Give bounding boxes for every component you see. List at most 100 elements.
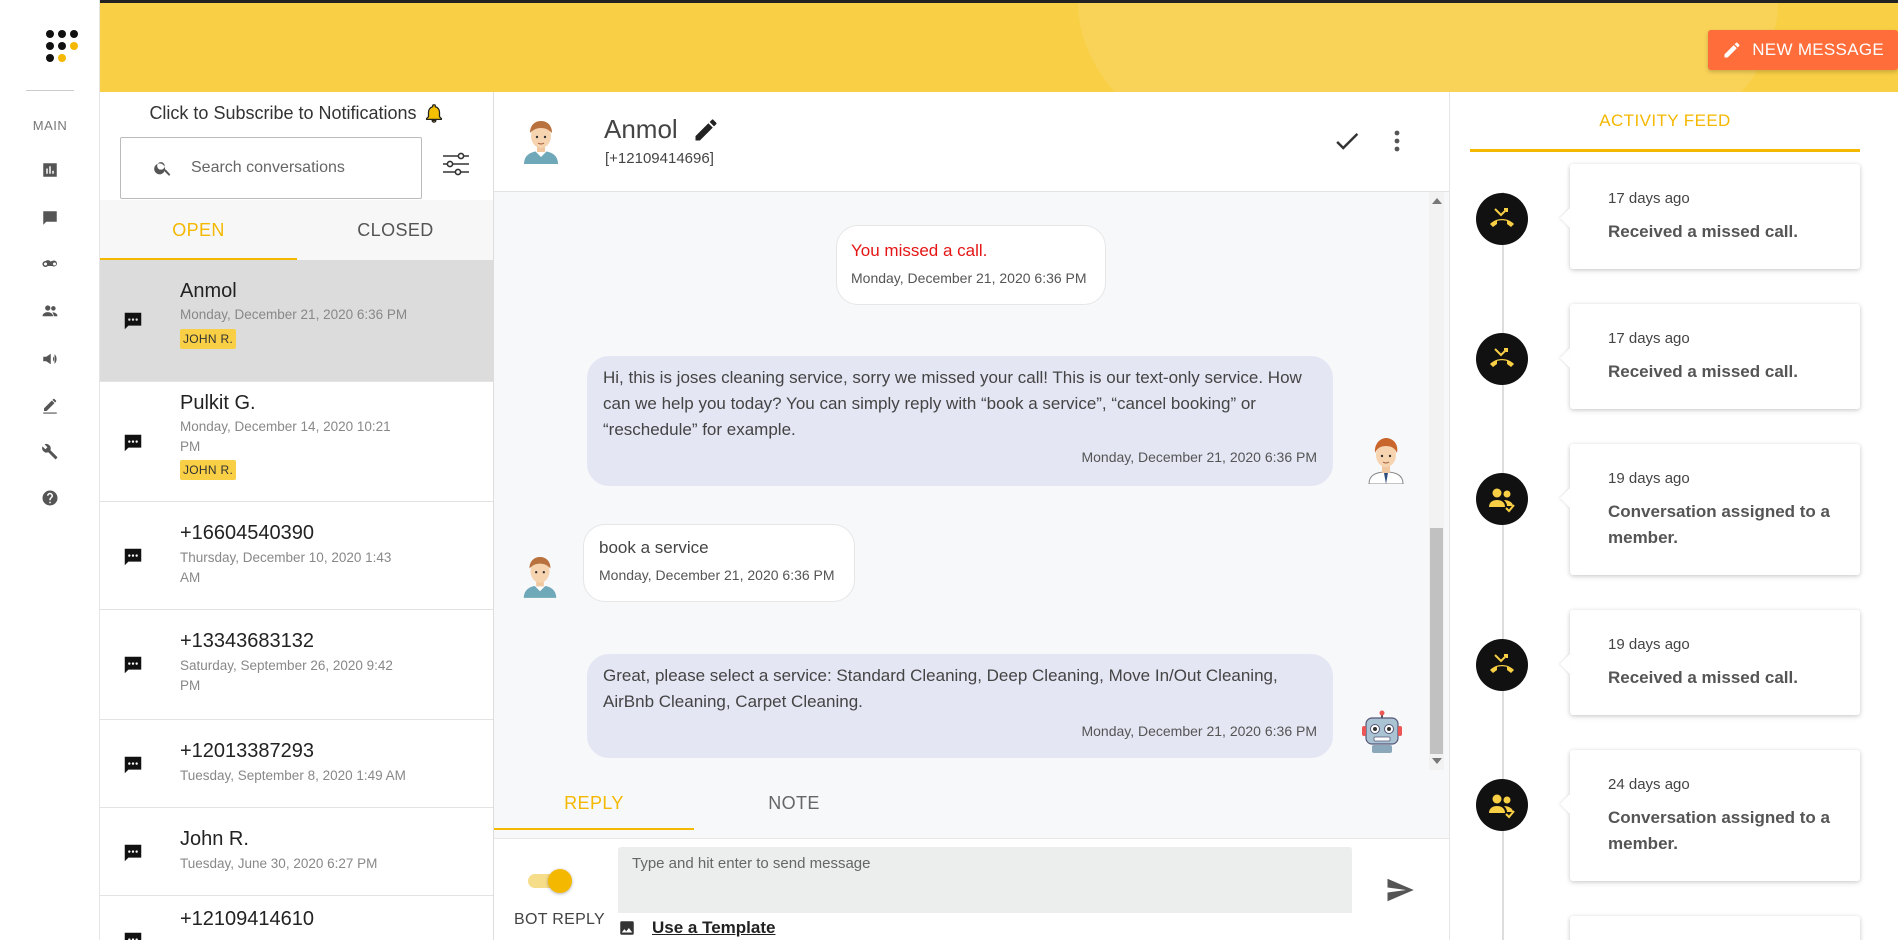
- contact-avatar: [520, 118, 562, 164]
- message-bubble-outgoing: Great, please select a service: Standard…: [587, 654, 1333, 758]
- activity-event-partial: [1570, 916, 1860, 940]
- message-icon: [122, 930, 144, 940]
- message-icon: [122, 432, 144, 454]
- activity-event: 24 days ago Conversation assigned to a m…: [1570, 750, 1860, 881]
- scrollbar-thumb[interactable]: [1430, 528, 1443, 754]
- event-text: Received a missed call.: [1608, 359, 1840, 385]
- more-options-icon[interactable]: [1392, 126, 1402, 156]
- conversation-item[interactable]: John R. Tuesday, June 30, 2020 6:27 PM: [100, 808, 494, 896]
- voicemail-icon[interactable]: [38, 252, 62, 276]
- subscribe-notifications[interactable]: Click to Subscribe to Notifications: [100, 102, 494, 124]
- tab-note[interactable]: NOTE: [694, 776, 894, 830]
- nav-rail: MAIN: [0, 0, 100, 940]
- conversation-status-tabs: OPEN CLOSED: [100, 200, 494, 260]
- new-message-label: NEW MESSAGE: [1752, 40, 1884, 60]
- nav-heading: MAIN: [0, 118, 100, 133]
- tab-closed[interactable]: CLOSED: [297, 200, 494, 260]
- send-icon[interactable]: [1385, 875, 1415, 905]
- conversation-item[interactable]: +12109414610: [100, 896, 494, 940]
- conversation-date: Tuesday, September 8, 2020 1:49 AM: [180, 766, 410, 786]
- missed-call-icon: [1476, 333, 1528, 385]
- event-time: 17 days ago: [1608, 190, 1840, 207]
- bar-chart-icon[interactable]: [38, 158, 62, 182]
- conversation-name: Pulkit G.: [180, 392, 256, 415]
- search-box: [120, 137, 422, 199]
- rail-divider: [26, 90, 74, 91]
- filter-settings-icon[interactable]: [440, 148, 472, 180]
- event-time: 19 days ago: [1608, 636, 1840, 653]
- message-bubble-incoming: book a service Monday, December 21, 2020…: [583, 524, 855, 602]
- bot-reply-toggle[interactable]: [528, 869, 572, 891]
- conversation-item[interactable]: Anmol Monday, December 21, 2020 6:36 PM …: [100, 260, 494, 382]
- top-bar: NEW MESSAGE: [100, 0, 1898, 92]
- reply-mode-tabs: REPLY NOTE: [494, 776, 1449, 830]
- bell-icon: [423, 102, 445, 124]
- event-text: Received a missed call.: [1608, 665, 1840, 691]
- message-icon: [122, 546, 144, 568]
- message-time: Monday, December 21, 2020 6:36 PM: [603, 449, 1317, 465]
- message-bubble-outgoing: Hi, this is joses cleaning service, sorr…: [587, 356, 1333, 486]
- app-logo[interactable]: [46, 30, 80, 64]
- missed-call-icon: [1476, 639, 1528, 691]
- conversation-date: Monday, December 21, 2020 6:36 PM: [180, 305, 410, 325]
- message-time: Monday, December 21, 2020 6:36 PM: [851, 270, 1091, 286]
- close-conversation-check-icon[interactable]: [1332, 126, 1362, 156]
- event-text: Received a missed call.: [1608, 219, 1840, 245]
- conversation-name: +12109414610: [180, 908, 314, 931]
- contact-name: Anmol: [604, 114, 720, 145]
- edit-name-icon[interactable]: [692, 116, 720, 144]
- conversation-item[interactable]: +16604540390 Thursday, December 10, 2020…: [100, 502, 494, 610]
- event-text: Conversation assigned to a member.: [1608, 805, 1840, 857]
- activity-event: 17 days ago Received a missed call.: [1570, 164, 1860, 269]
- contact-avatar-small: [520, 552, 560, 600]
- conversation-date: Monday, December 14, 2020 10:21 PM: [180, 417, 410, 457]
- conversation-name: +13343683132: [180, 630, 314, 653]
- message-bubble: You missed a call. Monday, December 21, …: [836, 225, 1106, 305]
- new-message-button[interactable]: NEW MESSAGE: [1708, 30, 1898, 70]
- bot-avatar: [1360, 710, 1404, 754]
- agent-avatar: [1366, 436, 1406, 484]
- chat-panel: Anmol [+12109414696] You missed a call. …: [494, 92, 1449, 940]
- wrench-icon[interactable]: [38, 440, 62, 464]
- message-input[interactable]: [618, 847, 1352, 913]
- megaphone-icon[interactable]: [38, 347, 62, 371]
- help-icon[interactable]: [38, 486, 62, 510]
- chat-icon[interactable]: [38, 206, 62, 230]
- conversation-list-panel: Click to Subscribe to Notifications OPEN…: [100, 92, 494, 940]
- message-time: Monday, December 21, 2020 6:36 PM: [599, 567, 839, 583]
- assign-member-icon: [1476, 473, 1528, 525]
- conversation-date: Thursday, December 10, 2020 1:43 AM: [180, 548, 410, 588]
- message-text: You missed a call.: [851, 238, 1091, 264]
- search-input[interactable]: [191, 159, 391, 177]
- conversation-item[interactable]: +13343683132 Saturday, September 26, 202…: [100, 610, 494, 720]
- messages-scrollbar[interactable]: [1429, 192, 1444, 770]
- message-text: Hi, this is joses cleaning service, sorr…: [603, 365, 1317, 443]
- message-icon: [122, 842, 144, 864]
- activity-feed-panel: ACTIVITY FEED 17 days ago Received a mis…: [1449, 92, 1898, 940]
- pencil-icon: [1722, 40, 1742, 60]
- conversation-item[interactable]: +12013387293 Tuesday, September 8, 2020 …: [100, 720, 494, 808]
- conversation-name: +12013387293: [180, 740, 314, 763]
- tab-reply[interactable]: REPLY: [494, 776, 694, 830]
- chat-header: Anmol [+12109414696]: [494, 92, 1449, 192]
- activity-event: 19 days ago Conversation assigned to a m…: [1570, 444, 1860, 575]
- tab-open[interactable]: OPEN: [100, 200, 297, 260]
- conversation-date: Saturday, September 26, 2020 9:42 PM: [180, 656, 410, 696]
- subscribe-text: Click to Subscribe to Notifications: [149, 103, 416, 124]
- contact-phone: [+12109414696]: [605, 150, 714, 167]
- activity-feed-title: ACTIVITY FEED: [1470, 92, 1860, 152]
- search-icon: [153, 158, 173, 178]
- message-icon: [122, 310, 144, 332]
- message-text: Great, please select a service: Standard…: [603, 663, 1317, 715]
- use-template-link[interactable]: Use a Template: [652, 918, 775, 938]
- conversation-item[interactable]: Pulkit G. Monday, December 14, 2020 10:2…: [100, 382, 494, 502]
- people-icon[interactable]: [38, 299, 62, 323]
- message-icon: [122, 754, 144, 776]
- assign-member-icon: [1476, 779, 1528, 831]
- message-time: Monday, December 21, 2020 6:36 PM: [603, 723, 1317, 739]
- message-icon: [122, 654, 144, 676]
- edit-icon[interactable]: [38, 393, 62, 417]
- message-text: book a service: [599, 535, 839, 561]
- image-icon[interactable]: [618, 919, 636, 937]
- activity-event: 17 days ago Received a missed call.: [1570, 304, 1860, 409]
